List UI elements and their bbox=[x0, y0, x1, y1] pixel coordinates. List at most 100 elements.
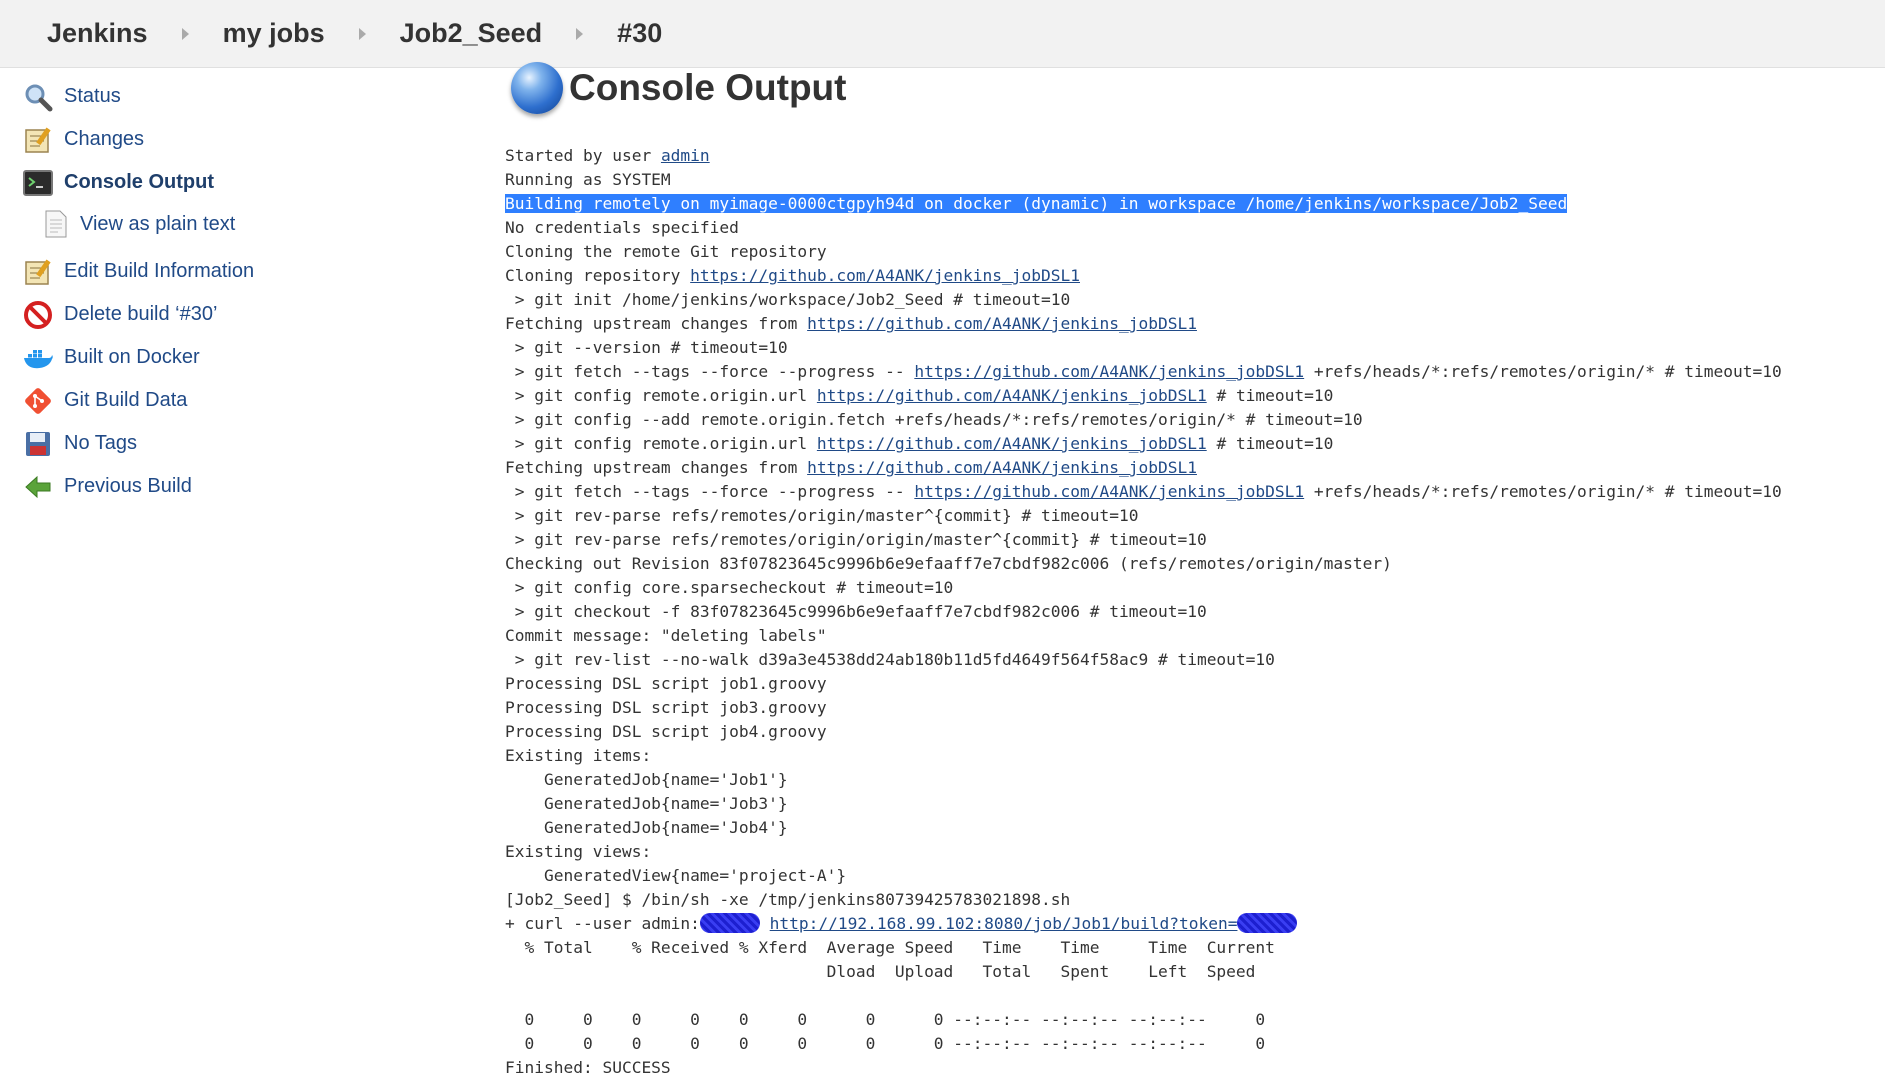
repo-link[interactable]: https://github.com/A4ANK/jenkins_jobDSL1 bbox=[690, 266, 1080, 285]
notepad-icon bbox=[22, 124, 54, 156]
console-line: Finished: SUCCESS bbox=[505, 1058, 671, 1077]
console-line: Cloning the remote Git repository bbox=[505, 242, 827, 261]
repo-link[interactable]: https://github.com/A4ANK/jenkins_jobDSL1 bbox=[807, 314, 1197, 333]
console-line: Building remotely on myimage-0000ctgpyh9… bbox=[505, 192, 1865, 216]
sidebar-item-label: Built on Docker bbox=[64, 346, 200, 368]
sidebar-item-label: Delete build ‘#30’ bbox=[64, 303, 218, 325]
sidebar-item-git-build-data[interactable]: Git Build Data bbox=[22, 379, 482, 422]
console-line: > git --version # timeout=10 bbox=[505, 338, 788, 357]
console-text: > git config remote.origin.url bbox=[505, 434, 817, 453]
console-line: > git rev-parse refs/remotes/origin/orig… bbox=[505, 530, 1207, 549]
console-line: > git config core.sparsecheckout # timeo… bbox=[505, 578, 954, 597]
redaction-scribble bbox=[1237, 913, 1298, 933]
console-text: Cloning repository bbox=[505, 266, 691, 285]
console-text: > git config remote.origin.url bbox=[505, 386, 817, 405]
console-line: Started by user admin bbox=[505, 144, 1865, 168]
console-line: > git config remote.origin.url https://g… bbox=[505, 432, 1865, 456]
console-line: Commit message: "deleting labels" bbox=[505, 626, 827, 645]
terminal-icon bbox=[22, 167, 54, 199]
sidebar-item-label: No Tags bbox=[64, 432, 138, 454]
sidebar-item-label: Edit Build Information bbox=[64, 260, 255, 282]
sidebar-item-no-tags[interactable]: No Tags bbox=[22, 422, 482, 465]
breadcrumb-job2-seed[interactable]: Job2_Seed bbox=[400, 18, 543, 49]
sidebar-item-built-on-docker[interactable]: Built on Docker bbox=[22, 336, 482, 379]
console-line: > git config remote.origin.url https://g… bbox=[505, 384, 1865, 408]
sidebar-item-label: Git Build Data bbox=[64, 389, 188, 411]
console-line: Fetching upstream changes from https://g… bbox=[505, 456, 1865, 480]
sidebar-item-view-plain-text[interactable]: View as plain text bbox=[22, 204, 482, 244]
console-line: Running as SYSTEM bbox=[505, 170, 671, 189]
document-icon bbox=[44, 209, 68, 239]
console-text: Started by user bbox=[505, 146, 661, 165]
sidebar-item-previous-build[interactable]: Previous Build bbox=[22, 465, 482, 508]
selected-text: Building remotely on myimage-0000ctgpyh9… bbox=[505, 194, 1568, 213]
sidebar-item-edit-build-information[interactable]: Edit Build Information bbox=[22, 250, 482, 293]
console-line: Processing DSL script job3.groovy bbox=[505, 698, 827, 717]
console-text: +refs/heads/*:refs/remotes/origin/* # ti… bbox=[1304, 482, 1782, 501]
console-text: Fetching upstream changes from bbox=[505, 458, 808, 477]
sidebar-item-label: View as plain text bbox=[80, 212, 236, 235]
console-line: 0 0 0 0 0 0 0 0 --:--:-- --:--:-- --:--:… bbox=[505, 1010, 1266, 1029]
breadcrumb-my-jobs[interactable]: my jobs bbox=[223, 18, 325, 49]
console-line: No credentials specified bbox=[505, 218, 739, 237]
sidebar-item-label: Previous Build bbox=[64, 475, 192, 497]
notepad-icon bbox=[22, 256, 54, 288]
build-trigger-link[interactable]: http://192.168.99.102:8080/job/Job1/buil… bbox=[770, 914, 1238, 933]
console-line: GeneratedJob{name='Job1'} bbox=[505, 770, 788, 789]
console-output: Started by user admin Running as SYSTEM Bu… bbox=[505, 144, 1865, 1080]
console-line: Fetching upstream changes from https://g… bbox=[505, 312, 1865, 336]
magnifier-icon bbox=[22, 81, 54, 113]
sidebar-item-delete-build[interactable]: Delete build ‘#30’ bbox=[22, 293, 482, 336]
console-line: > git config --add remote.origin.fetch +… bbox=[505, 410, 1363, 429]
console-text: # timeout=10 bbox=[1206, 386, 1334, 405]
console-line: GeneratedJob{name='Job3'} bbox=[505, 794, 788, 813]
git-icon bbox=[22, 385, 54, 417]
repo-link[interactable]: https://github.com/A4ANK/jenkins_jobDSL1 bbox=[807, 458, 1197, 477]
build-status-ball-icon bbox=[511, 62, 563, 114]
console-text: Fetching upstream changes from bbox=[505, 314, 808, 333]
console-line: Processing DSL script job4.groovy bbox=[505, 722, 827, 741]
repo-link[interactable]: https://github.com/A4ANK/jenkins_jobDSL1 bbox=[914, 362, 1304, 381]
floppy-disk-icon bbox=[22, 428, 54, 460]
sidebar-item-console-output[interactable]: Console Output bbox=[22, 161, 482, 204]
console-line: % Total % Received % Xferd Average Speed… bbox=[505, 938, 1275, 957]
sidebar: Status Changes Console Output View as pl… bbox=[22, 75, 482, 508]
console-text: > git fetch --tags --force --progress -- bbox=[505, 482, 915, 501]
sidebar-item-changes[interactable]: Changes bbox=[22, 118, 482, 161]
breadcrumb-separator-icon bbox=[576, 27, 584, 40]
console-line: Existing views: bbox=[505, 842, 652, 861]
redaction-scribble bbox=[699, 913, 760, 933]
console-line: 0 0 0 0 0 0 0 0 --:--:-- --:--:-- --:--:… bbox=[505, 1034, 1266, 1053]
console-text: +refs/heads/*:refs/remotes/origin/* # ti… bbox=[1304, 362, 1782, 381]
console-line: > git rev-parse refs/remotes/origin/mast… bbox=[505, 506, 1139, 525]
page-title: Console Output bbox=[569, 67, 847, 108]
console-line: + curl --user admin: http://192.168.99.1… bbox=[505, 912, 1865, 936]
repo-link[interactable]: https://github.com/A4ANK/jenkins_jobDSL1 bbox=[914, 482, 1304, 501]
breadcrumb-separator-icon bbox=[181, 27, 189, 40]
no-entry-icon bbox=[22, 299, 54, 331]
repo-link[interactable]: https://github.com/A4ANK/jenkins_jobDSL1 bbox=[817, 434, 1207, 453]
console-line: Existing items: bbox=[505, 746, 652, 765]
main-content: Console Output Started by user admin Runn… bbox=[505, 62, 1865, 1080]
console-line: > git fetch --tags --force --progress --… bbox=[505, 480, 1865, 504]
console-line: > git fetch --tags --force --progress --… bbox=[505, 360, 1865, 384]
breadcrumb-build-30[interactable]: #30 bbox=[617, 18, 662, 49]
console-line: GeneratedJob{name='Job4'} bbox=[505, 818, 788, 837]
sidebar-item-label: Console Output bbox=[64, 171, 214, 193]
sidebar-item-status[interactable]: Status bbox=[22, 75, 482, 118]
console-text: # timeout=10 bbox=[1206, 434, 1334, 453]
console-line: Cloning repository https://github.com/A4… bbox=[505, 264, 1865, 288]
console-line: Checking out Revision 83f07823645c9996b6… bbox=[505, 554, 1392, 573]
breadcrumb: Jenkins my jobs Job2_Seed #30 bbox=[0, 0, 1885, 68]
console-line: Processing DSL script job1.groovy bbox=[505, 674, 827, 693]
breadcrumb-jenkins[interactable]: Jenkins bbox=[47, 18, 148, 49]
console-line: [Job2_Seed] $ /bin/sh -xe /tmp/jenkins80… bbox=[505, 890, 1071, 909]
user-link[interactable]: admin bbox=[661, 146, 710, 165]
repo-link[interactable]: https://github.com/A4ANK/jenkins_jobDSL1 bbox=[817, 386, 1207, 405]
sidebar-item-label: Changes bbox=[64, 128, 145, 150]
page-heading: Console Output bbox=[511, 62, 1865, 114]
docker-whale-icon bbox=[22, 342, 54, 374]
console-line: > git init /home/jenkins/workspace/Job2_… bbox=[505, 290, 1071, 309]
arrow-left-icon bbox=[22, 471, 54, 503]
